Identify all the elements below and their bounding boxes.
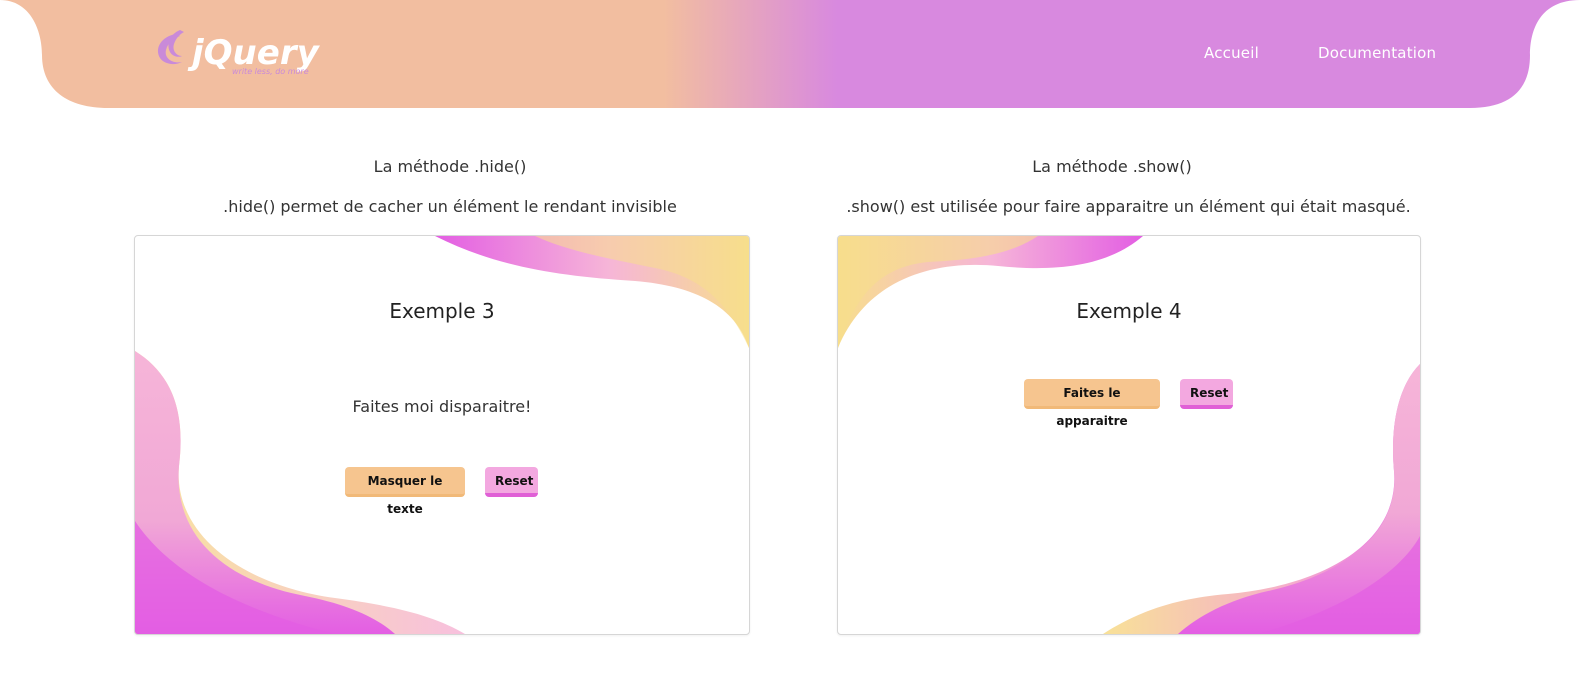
example-card-4: Exemple 4 Faites le apparaitre Reset	[837, 235, 1421, 635]
hide-text-button[interactable]: Masquer le texte	[345, 467, 465, 516]
jquery-logo[interactable]: jQuery write less, do more	[150, 26, 340, 78]
card-wave-background	[135, 236, 749, 634]
hideable-text: Faites moi disparaitre!	[352, 397, 532, 416]
svg-text:write less, do more: write less, do more	[232, 67, 309, 76]
site-header: jQuery write less, do more Accueil Docum…	[0, 0, 1580, 110]
reset-button[interactable]: Reset	[1180, 379, 1233, 409]
example-card-3: Exemple 3 Faites moi disparaitre! Masque…	[134, 235, 750, 635]
section-title-show: La méthode .show()	[1032, 157, 1192, 176]
section-title-hide: La méthode .hide()	[373, 157, 527, 176]
nav-accueil[interactable]: Accueil	[1204, 44, 1259, 62]
card-title: Exemple 3	[389, 299, 495, 323]
jquery-logo-icon: jQuery write less, do more	[157, 30, 321, 76]
section-description-hide: .hide() permet de cacher un élément le r…	[223, 197, 677, 216]
reset-button[interactable]: Reset	[485, 467, 538, 497]
show-element-button[interactable]: Faites le apparaitre	[1024, 379, 1160, 428]
card-wave-background	[838, 236, 1420, 634]
section-description-show: .show() est utilisée pour faire apparait…	[846, 197, 1411, 216]
card-title: Exemple 4	[1076, 299, 1182, 323]
nav-documentation[interactable]: Documentation	[1318, 44, 1436, 62]
